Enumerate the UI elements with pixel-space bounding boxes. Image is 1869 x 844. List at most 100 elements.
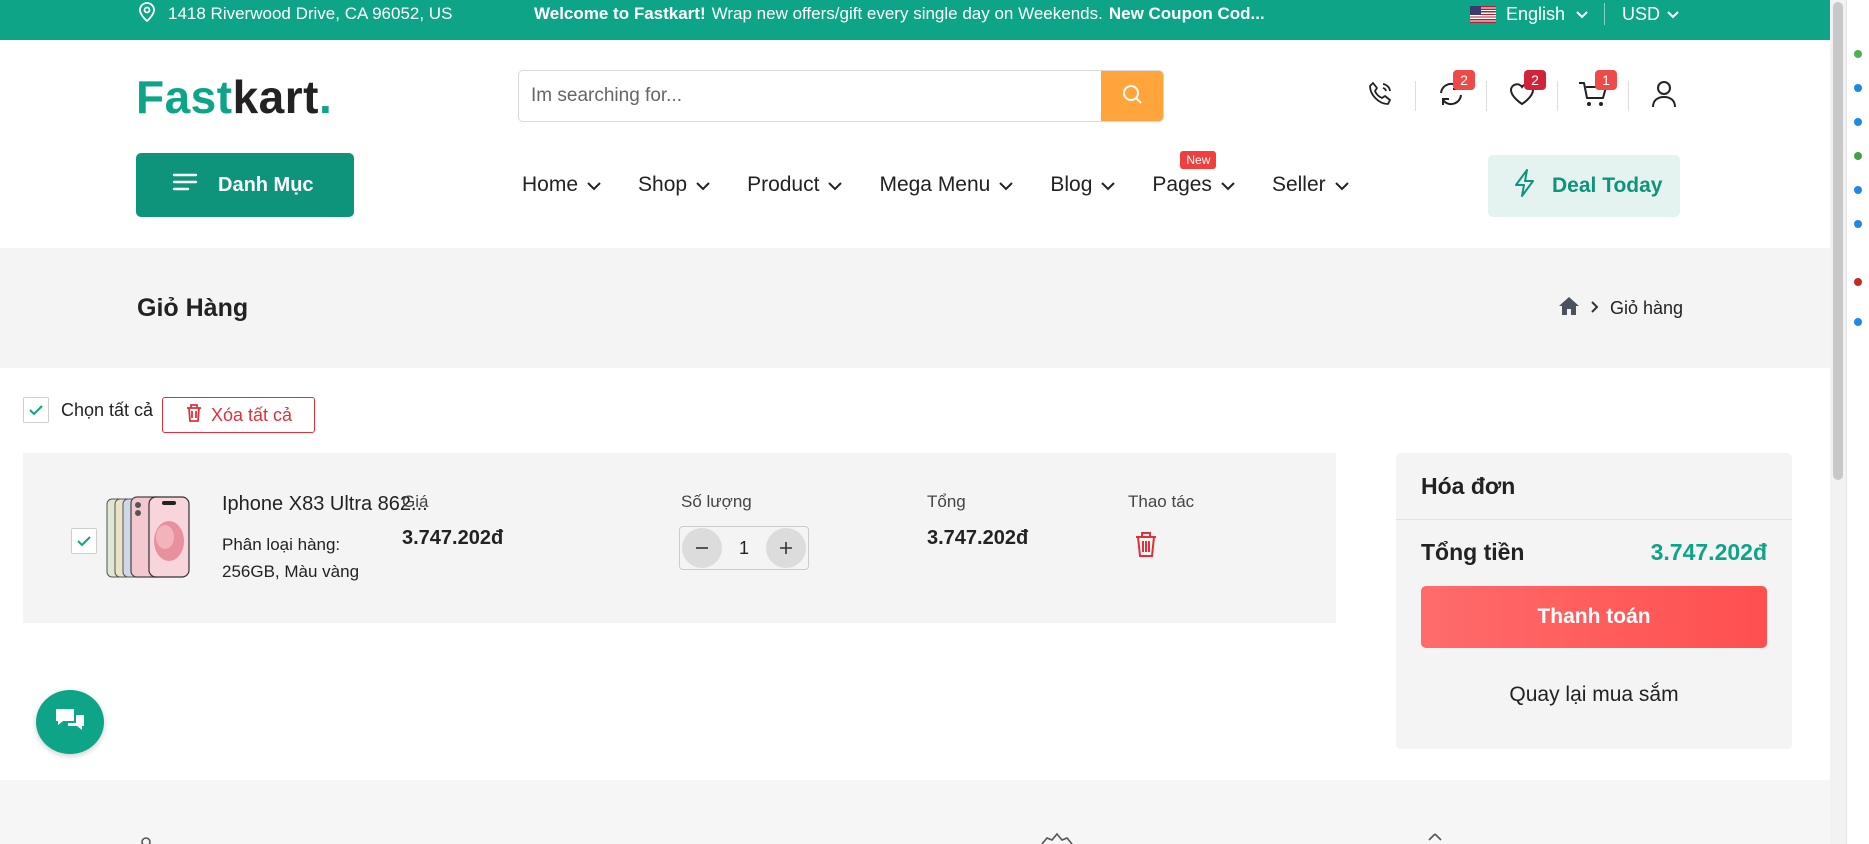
- dock-dot[interactable]: [1854, 84, 1862, 92]
- search-bar: [518, 70, 1164, 122]
- logo-dot: .: [318, 71, 333, 123]
- deal-today-button[interactable]: Deal Today: [1488, 155, 1680, 217]
- page-title: Giỏ Hàng: [137, 294, 249, 322]
- total-header: Tổng: [927, 492, 966, 511]
- account-button[interactable]: [1640, 72, 1688, 120]
- item-total: 3.747.202đ: [927, 527, 1029, 549]
- product-image[interactable]: [105, 495, 191, 581]
- continue-shopping-link[interactable]: Quay lại mua sắm: [1396, 683, 1792, 707]
- item-checkbox[interactable]: [71, 528, 97, 554]
- dock-dot[interactable]: [1854, 220, 1862, 228]
- logo[interactable]: Fastkart.: [136, 70, 332, 124]
- nav-label: Product: [747, 173, 820, 196]
- dock-dot[interactable]: [1854, 50, 1862, 58]
- delete-all-button[interactable]: Xóa tất cả: [162, 397, 315, 433]
- quantity-value[interactable]: 1: [739, 538, 749, 559]
- chat-icon: [53, 706, 87, 739]
- total-value: 3.747.202đ: [1650, 539, 1767, 565]
- checkout-button[interactable]: Thanh toán: [1421, 586, 1767, 648]
- category-menu-button[interactable]: Danh Mục: [136, 153, 354, 217]
- quantity-stepper: 1: [679, 526, 809, 570]
- trash-icon: [185, 403, 203, 428]
- address: 1418 Riverwood Drive, CA 96052, US: [138, 0, 452, 28]
- user-icon: [1650, 79, 1678, 114]
- chat-button[interactable]: [36, 690, 104, 754]
- logo-part1: Fast: [136, 71, 233, 123]
- welcome-bold: Welcome to Fastkart!: [534, 4, 706, 23]
- divider: [1486, 81, 1487, 111]
- home-icon[interactable]: [1558, 296, 1580, 321]
- cart-item-row: Iphone X83 Ultra 862... Phân loại hàng: …: [23, 453, 1336, 623]
- product-name[interactable]: Iphone X83 Ultra 862...: [222, 493, 428, 516]
- chevron-down-icon: [1575, 4, 1589, 25]
- dock-dot[interactable]: [1854, 186, 1862, 194]
- select-all-label: Chọn tất cả: [61, 399, 154, 420]
- chevron-down-icon: [1220, 173, 1236, 197]
- remove-item-button[interactable]: [1133, 530, 1159, 563]
- nav-label: Seller: [1271, 173, 1326, 196]
- select-all-checkbox[interactable]: [23, 397, 49, 423]
- scrollbar-thumb[interactable]: [1833, 2, 1843, 480]
- language-label: English: [1506, 3, 1566, 24]
- divider: [1628, 81, 1629, 111]
- item-price: 3.747.202đ: [402, 527, 504, 549]
- footer: [0, 780, 1830, 844]
- dock-dot[interactable]: [1854, 152, 1862, 160]
- search-button[interactable]: [1101, 71, 1163, 121]
- product-variant: Phân loại hàng: 256GB, Màu vàng: [222, 531, 359, 585]
- nav-label: Home: [522, 173, 579, 196]
- breadcrumb-section: Giỏ Hàng Giỏ hàng: [0, 248, 1830, 368]
- dock-dot[interactable]: [1854, 318, 1862, 326]
- nav-label: Shop: [638, 173, 688, 196]
- search-input[interactable]: [519, 71, 1101, 121]
- page-scrollbar[interactable]: [1830, 0, 1846, 844]
- trash-icon: [1133, 532, 1159, 562]
- dock-dot[interactable]: [1854, 278, 1862, 286]
- new-badge: New: [1180, 151, 1217, 169]
- chevron-down-icon: [1334, 173, 1350, 197]
- price-header: Giá: [402, 492, 429, 511]
- wishlist-button[interactable]: 2: [1498, 70, 1546, 120]
- header-icons: 2 2 1: [1356, 70, 1688, 120]
- chevron-down-icon: [827, 173, 843, 197]
- nav-label: Blog: [1050, 173, 1093, 196]
- deal-label: Deal Today: [1552, 174, 1663, 197]
- nav-item-home[interactable]: Home: [522, 173, 602, 197]
- menu-icon: [172, 172, 198, 198]
- chevron-down-icon: [1666, 4, 1680, 25]
- category-label: Danh Mục: [218, 173, 314, 196]
- footer-location-icon: [1426, 832, 1444, 844]
- order-summary: Hóa đơn Tổng tiền 3.747.202đ Thanh toán …: [1396, 453, 1792, 749]
- cart-badge: 1: [1595, 70, 1617, 90]
- nav-item-pages[interactable]: New Pages: [1152, 151, 1236, 197]
- currency-label: USD: [1622, 3, 1661, 24]
- nav-item-seller[interactable]: Seller: [1272, 173, 1350, 197]
- us-flag-icon: [1470, 5, 1496, 23]
- coupon-text: New Coupon Cod...: [1108, 4, 1265, 23]
- nav-item-mega-menu[interactable]: Mega Menu: [879, 173, 1014, 197]
- chevron-right-icon: [1590, 298, 1600, 319]
- select-all: Chọn tất cả: [23, 397, 153, 423]
- action-header: Thao tác: [1128, 492, 1195, 511]
- footer-badge-icon: [1040, 832, 1074, 844]
- currency-selector[interactable]: USD: [1622, 0, 1680, 28]
- phone-button[interactable]: [1356, 72, 1404, 120]
- chevron-down-icon: [695, 173, 711, 197]
- cart-button[interactable]: 1: [1569, 70, 1617, 120]
- nav-item-blog[interactable]: Blog: [1050, 173, 1116, 197]
- language-selector[interactable]: English: [1470, 0, 1589, 28]
- phone-icon: [1365, 79, 1395, 114]
- divider: [1415, 81, 1416, 111]
- nav-item-product[interactable]: Product: [747, 173, 843, 197]
- compare-button[interactable]: 2: [1427, 70, 1475, 120]
- dock-dot[interactable]: [1854, 118, 1862, 126]
- quantity-header: Số lượng: [681, 492, 752, 511]
- lightning-icon: [1512, 168, 1538, 204]
- location-pin-icon: [138, 1, 156, 27]
- search-icon: [1121, 83, 1143, 110]
- decrease-button[interactable]: [682, 528, 722, 568]
- increase-button[interactable]: [765, 528, 806, 568]
- top-bar: 1418 Riverwood Drive, CA 96052, US Welco…: [0, 0, 1830, 40]
- variant-label: Phân loại hàng:: [222, 535, 341, 554]
- nav-item-shop[interactable]: Shop: [638, 173, 711, 197]
